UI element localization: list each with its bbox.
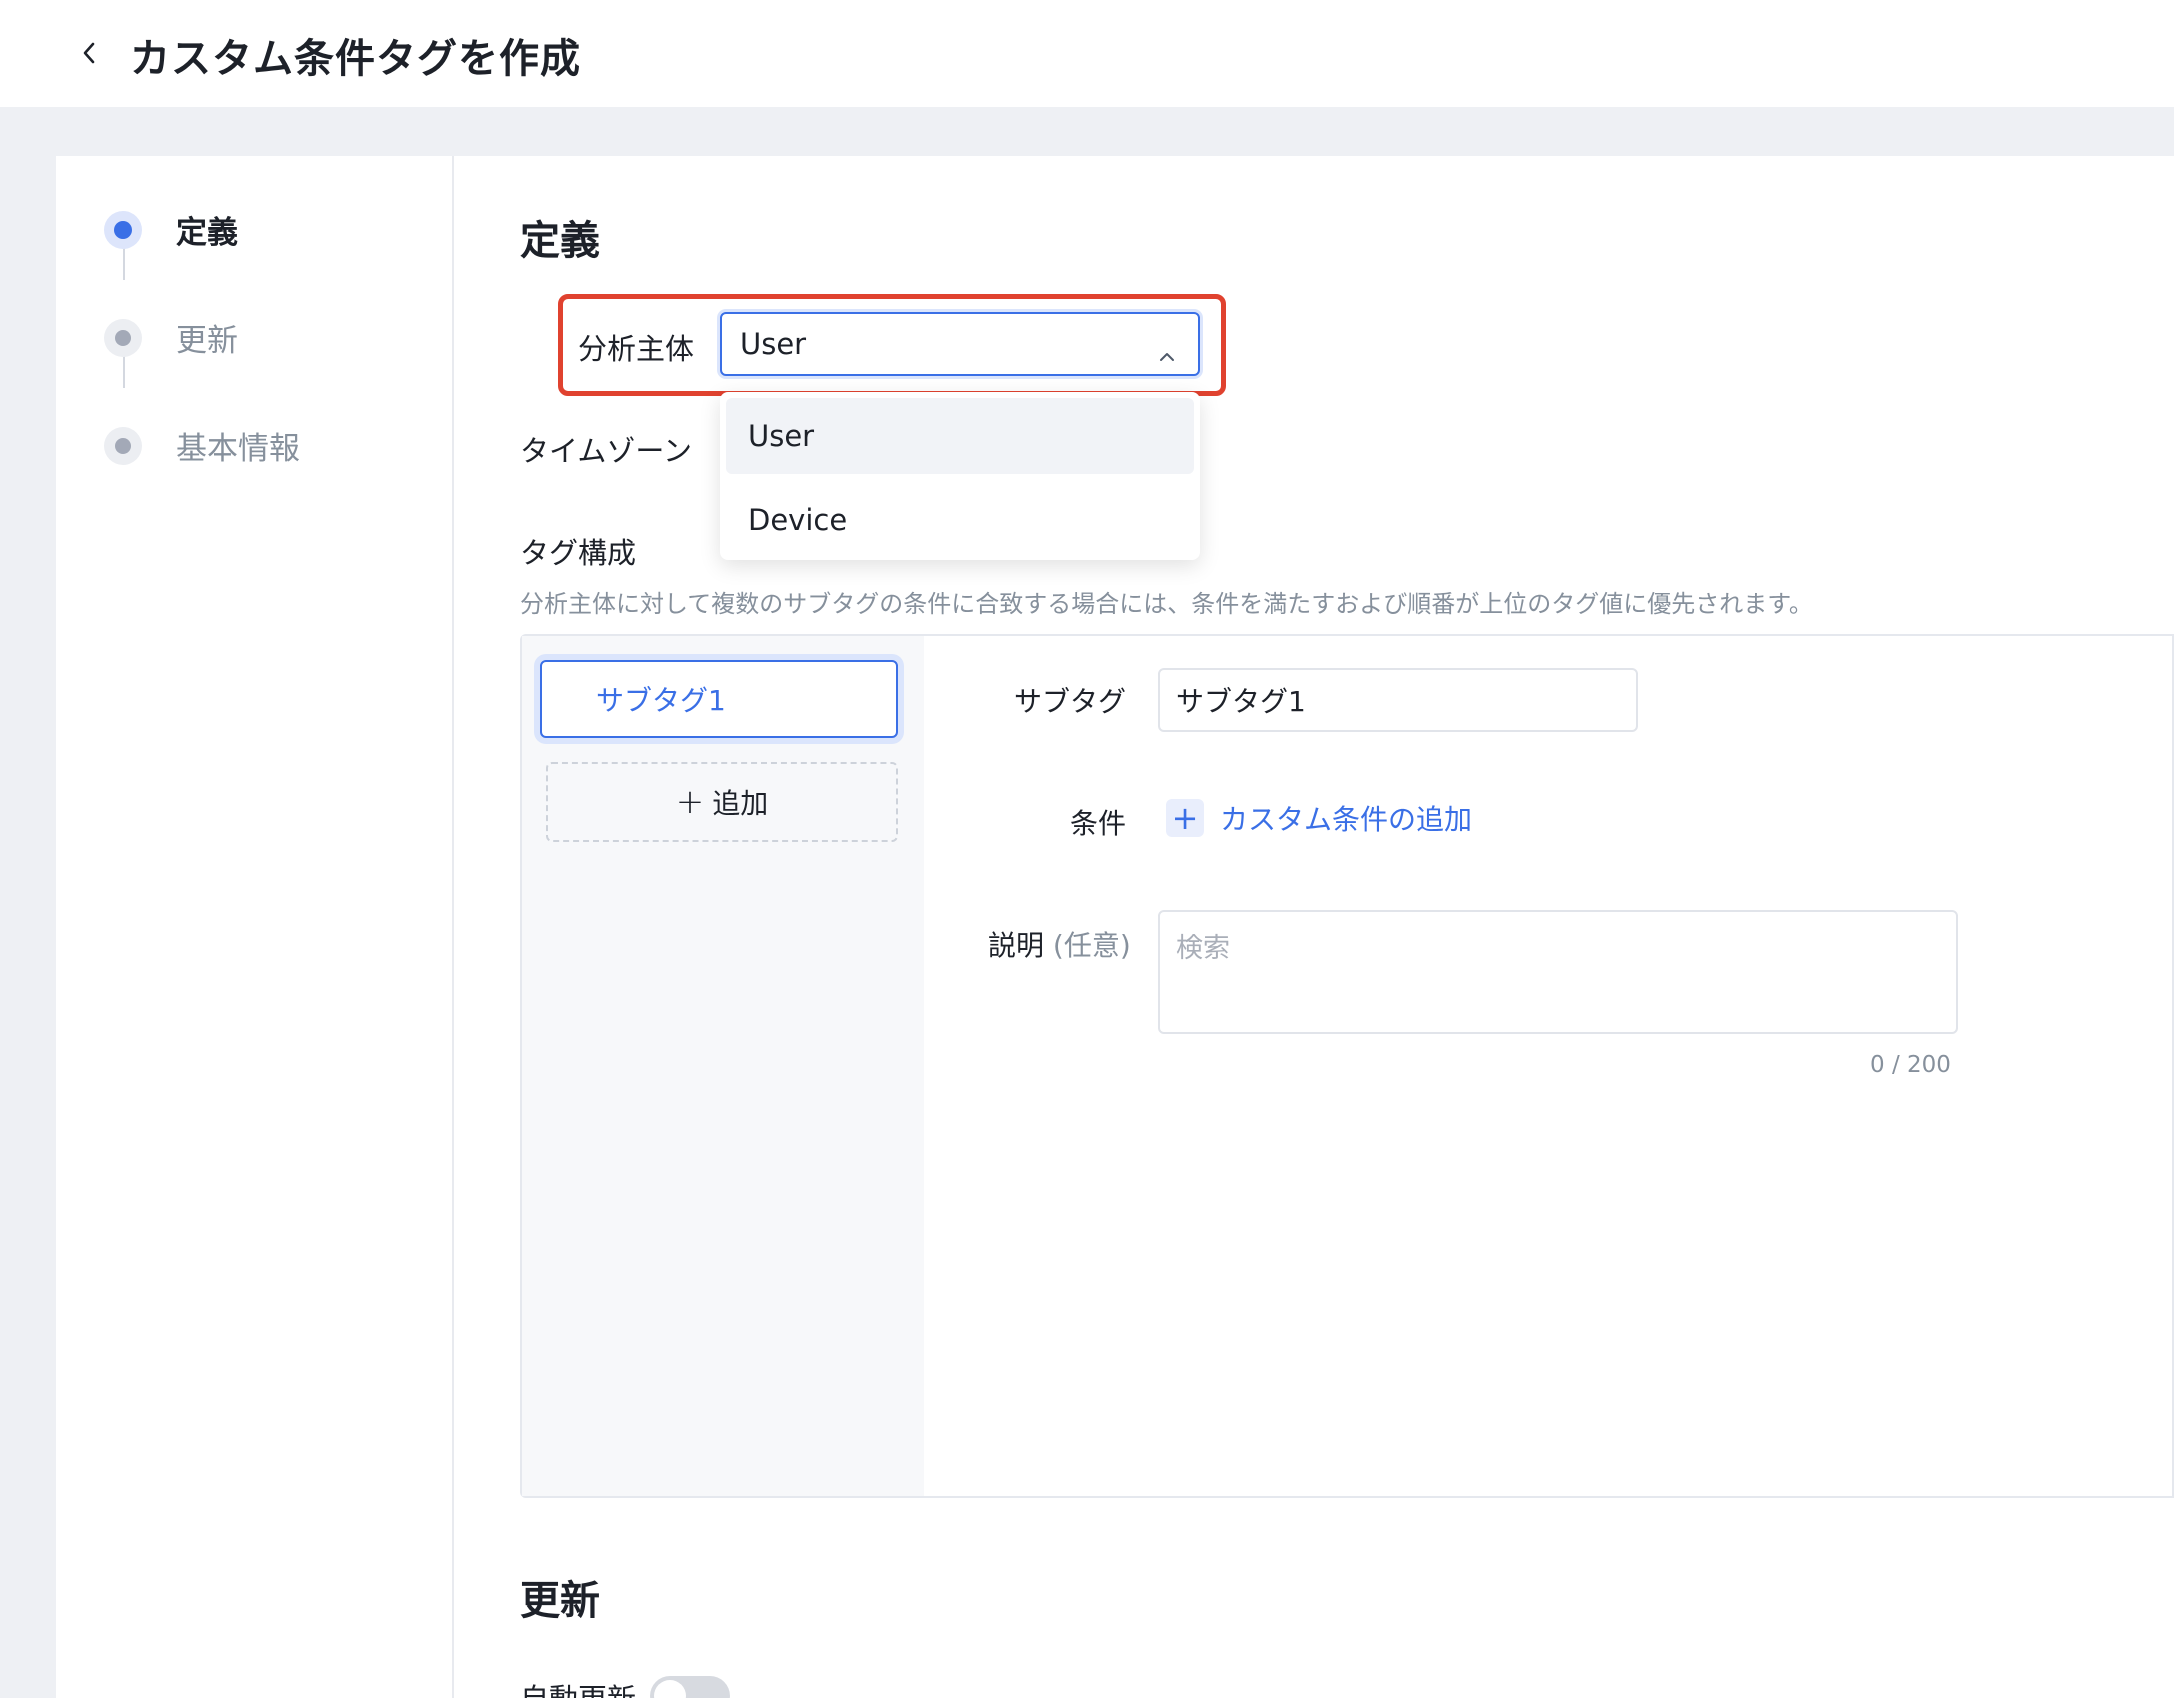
timezone-label: タイムゾーン [520,434,692,468]
step-update[interactable]: 更新 [104,315,238,360]
auto-update-label: 自動更新 [520,1676,636,1698]
toggle-knob [654,1680,686,1698]
subject-select-value: User [740,327,807,361]
step-label: 基本情報 [176,431,300,467]
condition-field-label: 条件 [1070,807,1127,840]
section-title-update: 更新 [520,1578,600,1624]
step-definition[interactable]: 定義 [104,207,238,252]
add-subtag-button[interactable]: + 追加 [546,762,898,842]
step-dot-icon [104,318,142,357]
add-condition-label: カスタム条件の追加 [1220,803,1473,836]
subtag-list: サブタグ1 + 追加 [522,636,924,1496]
plus-icon: + [1166,799,1204,837]
step-label: 更新 [176,323,238,359]
description-counter: 0 / 200 [1870,1052,1951,1078]
add-condition-link[interactable]: + カスタム条件の追加 [1166,798,1472,838]
step-dot-icon [104,210,142,249]
chevron-up-icon [1158,336,1176,370]
step-label: 定義 [176,215,238,251]
auto-update-toggle[interactable] [650,1676,730,1698]
top-bar: カスタム条件タグを作成 [0,0,2174,107]
subtag-list-item[interactable]: サブタグ1 [540,660,898,738]
section-title-definition: 定義 [520,218,600,264]
subject-label: 分析主体 [578,332,695,366]
dropdown-option-device[interactable]: Device [726,482,1194,558]
tag-config-hint: 分析主体に対して複数のサブタグの条件に合致する場合には、条件を満たすおよび順番が… [520,590,1813,618]
chevron-left-icon[interactable] [76,36,102,70]
description-textarea[interactable]: 検索 [1158,910,1958,1034]
description-label-text: 説明 [988,929,1045,962]
add-subtag-label: 追加 [712,787,769,820]
subject-dropdown: User Device [720,392,1200,560]
dropdown-option-user[interactable]: User [726,398,1194,474]
plus-icon: + [675,782,705,822]
description-field-label: 説明 (任意) [988,924,1131,964]
description-optional-text: (任意) [1052,929,1131,962]
subtag-name-input[interactable]: サブタグ1 [1158,668,1638,732]
step-navigation: 定義 更新 基本情報 [56,156,454,1698]
page-title: カスタム条件タグを作成 [130,36,581,82]
step-basic-info[interactable]: 基本情報 [104,423,300,468]
subject-select[interactable]: User [720,312,1200,376]
tag-config-label: タグ構成 [520,536,637,570]
subtag-field-label: サブタグ [1014,685,1127,718]
step-dot-icon [104,426,142,465]
